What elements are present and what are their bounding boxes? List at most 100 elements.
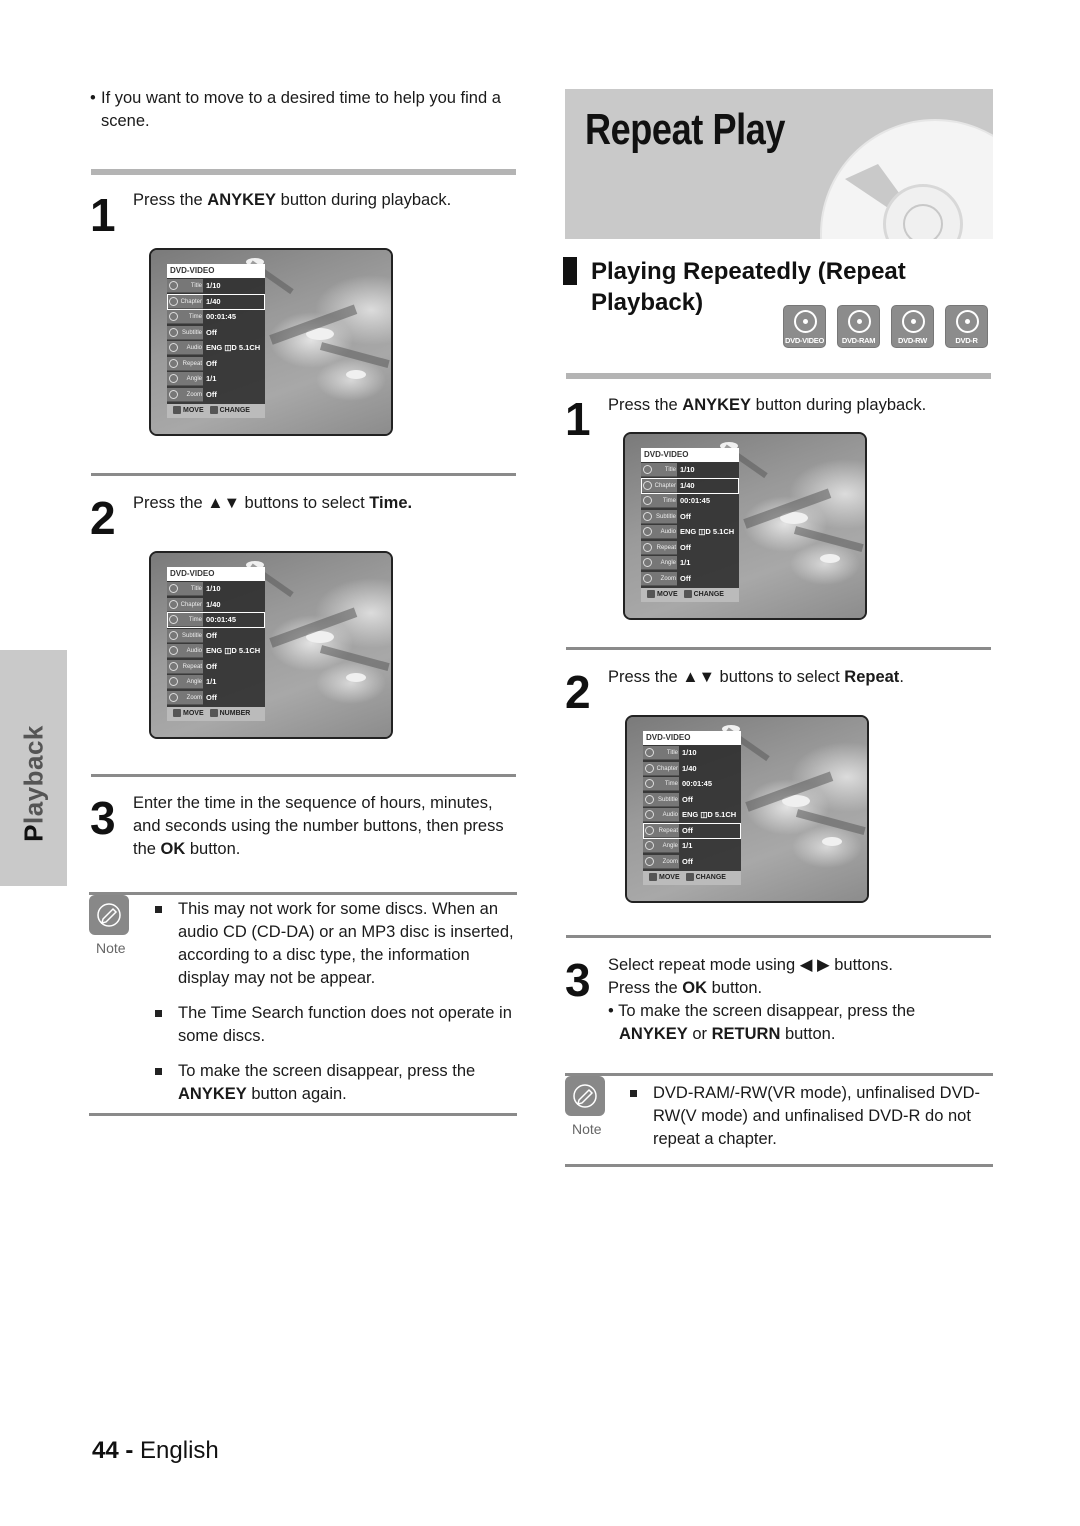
osd-glyph — [643, 558, 652, 567]
osd-row-time[interactable]: Time 00:01:45 — [643, 777, 741, 792]
osd-row-value: Off — [682, 856, 693, 866]
osd-row-zoom[interactable]: Zoom Off — [167, 387, 265, 403]
osd-action-label: CHANGE — [693, 591, 724, 598]
osd-glyph — [169, 661, 178, 671]
osd-row-audio[interactable]: Audio ENG ◫D 5.1CH — [641, 525, 739, 540]
angle-icon: Angle — [167, 675, 203, 689]
section-banner: Repeat Play — [565, 89, 993, 239]
osd-glyph — [643, 511, 652, 521]
time-icon: Time — [641, 494, 677, 508]
up-down-key-icon — [173, 406, 181, 415]
osd-row-angle[interactable]: Angle 1/1 — [167, 675, 265, 690]
osd-row-title[interactable]: Title 1/10 — [641, 463, 739, 478]
osd-row-time[interactable]: Time 00:01:45 — [167, 612, 265, 628]
osd-row-value: Off — [206, 692, 217, 702]
osd-row-label: Time — [662, 498, 676, 504]
left-right-key-icon — [683, 590, 692, 599]
disc-badge-dvd-ram: DVD-RAM — [837, 305, 880, 348]
osd-row-subtitle[interactable]: Subtitle Off — [167, 325, 265, 341]
osd-row-value: Off — [206, 661, 217, 671]
osd-row-label: Time — [188, 314, 202, 320]
osd-row-repeat[interactable]: Repeat Off — [643, 822, 741, 839]
osd-row-value: 1/40 — [682, 763, 697, 773]
osd-row-subtitle[interactable]: Subtitle Off — [167, 628, 265, 644]
osd-glyph — [643, 496, 652, 505]
osd-row-value: Off — [206, 630, 217, 640]
osd-glyph — [169, 343, 178, 352]
step-text: Press the ANYKEY button during playback. — [608, 396, 927, 414]
osd-row-value: Off — [206, 327, 217, 337]
osd-row-zoom[interactable]: Zoom Off — [641, 571, 739, 587]
osd-action-label: CHANGE — [695, 874, 726, 881]
divider — [91, 774, 516, 777]
osd-row-zoom[interactable]: Zoom Off — [167, 690, 265, 706]
osd-row-angle[interactable]: Angle 1/1 — [643, 839, 741, 854]
osd-glyph — [643, 465, 652, 474]
disc-badge-dvd-video: DVD-VIDEO — [783, 305, 826, 348]
osd-row-label: Audio — [186, 648, 202, 654]
osd-glyph — [645, 779, 654, 788]
osd-screenshot: DVD-VIDEO Title 1/10 Chapter 1/40 Time 00:01:4… — [625, 715, 869, 903]
osd-screenshot: DVD-VIDEO Title 1/10 Chapter 1/40 Time 00:01:4… — [149, 551, 393, 739]
subtitle-icon: Subtitle — [641, 509, 677, 524]
osd-row-chapter[interactable]: Chapter 1/40 — [167, 293, 265, 310]
osd-row-audio[interactable]: Audio ENG ◫D 5.1CH — [167, 341, 265, 356]
bullet — [155, 1068, 162, 1075]
step-number: 1 — [565, 393, 591, 445]
osd-row-repeat[interactable]: Repeat Off — [641, 540, 739, 556]
osd-row-value: Off — [206, 358, 217, 368]
osd-glyph — [645, 856, 654, 866]
bird-graphic — [820, 554, 840, 563]
side-tab-playback: Playback — [0, 650, 67, 886]
up-down-key-icon — [647, 590, 655, 599]
osd-row-title[interactable]: Title 1/10 — [167, 279, 265, 294]
osd-row-repeat[interactable]: Repeat Off — [167, 659, 265, 675]
osd-row-chapter[interactable]: Chapter 1/40 — [641, 477, 739, 494]
osd-row-subtitle[interactable]: Subtitle Off — [641, 509, 739, 525]
osd-row-value: 1/1 — [680, 558, 691, 567]
osd-glyph — [169, 599, 178, 609]
osd-row-angle[interactable]: Angle 1/1 — [167, 372, 265, 387]
osd-row-label: Audio — [186, 345, 202, 351]
chapter-icon: Chapter — [167, 294, 203, 309]
note-item: The Time Search function does not operat… — [155, 1002, 518, 1048]
osd-row-chapter[interactable]: Chapter 1/40 — [643, 761, 741, 777]
osd-row-subtitle[interactable]: Subtitle Off — [643, 792, 741, 808]
osd-row-title[interactable]: Title 1/10 — [167, 582, 265, 597]
osd-row-time[interactable]: Time 00:01:45 — [167, 310, 265, 325]
osd-screenshot: DVD-VIDEO Title 1/10 Chapter 1/40 Time 00:01:4… — [623, 432, 867, 620]
osd-row-zoom[interactable]: Zoom Off — [643, 854, 741, 870]
osd-row-audio[interactable]: Audio ENG ◫D 5.1CH — [167, 644, 265, 659]
osd-row-audio[interactable]: Audio ENG ◫D 5.1CH — [643, 808, 741, 823]
repeat-icon: Repeat — [167, 659, 203, 674]
disc-icon — [956, 310, 979, 333]
osd-move-label: MOVE — [657, 591, 678, 598]
osd-glyph — [645, 794, 654, 804]
osd-row-label: Subtitle — [657, 796, 678, 803]
osd-glyph — [643, 542, 652, 552]
osd-glyph — [169, 584, 178, 593]
osd-disc-type: DVD-VIDEO — [167, 264, 265, 278]
osd-row-label: Repeat — [658, 827, 678, 834]
osd-row-title[interactable]: Title 1/10 — [643, 746, 741, 761]
step-number: 2 — [90, 492, 116, 544]
disc-badge-dvd-rw: DVD-RW — [891, 305, 934, 348]
osd-action-label: CHANGE — [219, 407, 250, 414]
osd-row-label: Angle — [660, 560, 676, 566]
angle-icon: Angle — [641, 556, 677, 570]
osd-row-repeat[interactable]: Repeat Off — [167, 356, 265, 372]
step-text: Press the ▲▼ buttons to select Time. — [133, 494, 413, 512]
osd-row-angle[interactable]: Angle 1/1 — [641, 556, 739, 571]
time-icon: Time — [167, 613, 203, 627]
osd-glyph — [169, 281, 178, 290]
osd-footer: MOVE CHANGE — [643, 871, 741, 885]
osd-row-chapter[interactable]: Chapter 1/40 — [167, 597, 265, 613]
bird-graphic — [822, 837, 842, 846]
zoom-icon: Zoom — [167, 690, 203, 705]
osd-row-time[interactable]: Time 00:01:45 — [641, 494, 739, 509]
osd-footer: MOVE CHANGE — [167, 404, 265, 418]
osd-row-value: Off — [682, 825, 693, 835]
osd-screenshot: DVD-VIDEO Title 1/10 Chapter 1/40 Time 00:01:4… — [149, 248, 393, 436]
osd-row-value: 1/10 — [680, 465, 695, 474]
disc-icon — [902, 310, 925, 333]
